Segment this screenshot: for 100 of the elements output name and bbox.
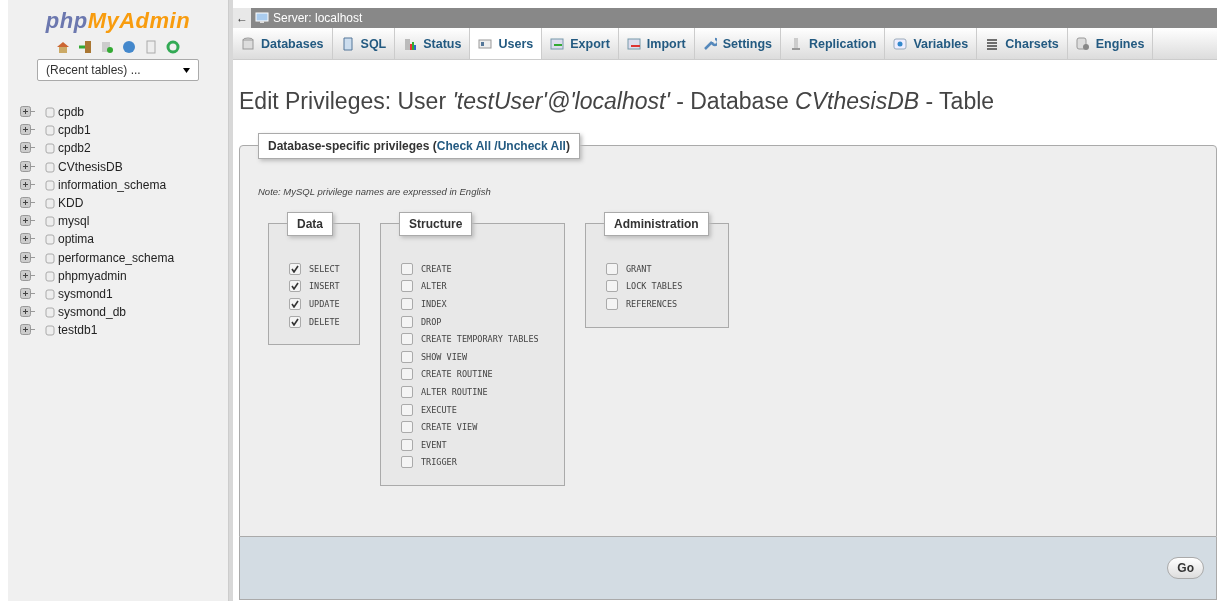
database-icon [45,124,55,137]
privilege-label: INSERT [309,281,340,292]
pillar-icon [789,36,803,51]
tab[interactable]: Export [542,28,619,59]
privilege-label: LOCK TABLES [626,281,683,292]
checkbox[interactable] [401,333,413,346]
privilege-label: ALTER [421,281,447,292]
tab[interactable]: Engines [1067,28,1154,59]
database-link[interactable]: sysmond_db [58,305,127,320]
checkbox[interactable] [401,368,413,381]
database-link[interactable]: KDD [58,196,84,211]
checkbox[interactable] [289,315,301,328]
checkbox[interactable] [401,385,413,398]
privilege-label: CREATE ROUTINE [421,369,493,380]
checkbox[interactable] [401,350,413,363]
database-icon [45,306,55,319]
checkbox[interactable] [606,262,618,275]
checkbox[interactable] [401,456,413,469]
checkbox[interactable] [401,280,413,293]
privilege-label: CREATE VIEW [421,422,478,433]
database-icon [45,106,55,119]
database-arrow-icon [100,40,114,54]
database-icon [45,160,55,173]
database-link[interactable]: sysmond1 [58,286,113,301]
exit-icon [78,40,92,54]
privilege-label: TRIGGER [421,457,457,468]
privilege-label: DELETE [309,316,340,327]
checkbox[interactable] [401,403,413,416]
tab[interactable]: Replication [781,28,886,59]
privilege-label: GRANT [626,263,652,274]
checkbox[interactable] [401,438,413,451]
privilege-label: EXECUTE [421,404,457,415]
back-button[interactable]: ← [233,8,251,28]
note-text: Note: MySQL privilege names are expressed in English [258,186,492,197]
database-link[interactable]: optima [58,232,95,247]
privilege-label: CREATE [421,263,452,274]
privilege-label: EVENT [421,439,447,450]
database-link[interactable]: cpdb1 [58,123,91,138]
checkbox[interactable] [401,315,413,328]
legend-text: Database-specific privileges ( [268,139,437,153]
checkbox[interactable] [289,262,301,275]
database-icon [45,215,55,228]
database-icon [45,251,55,264]
database-link[interactable]: testdb1 [58,323,98,338]
database-icon [241,36,255,51]
group-title: Structure [399,212,473,236]
tab[interactable]: Import [618,28,695,59]
checkbox[interactable] [606,280,618,293]
legend-text: ) [565,139,570,153]
go-button[interactable]: Go [1167,557,1204,579]
tab[interactable]: SQL [332,28,396,59]
variable-icon [893,36,908,51]
database-link[interactable]: information_schema [58,177,167,192]
tab[interactable]: Databases [233,28,333,59]
page-heading: Edit Privileges: User 'testUser'@'localhost' - Database CVthesisDB - Table [239,88,996,115]
database-icon [45,269,55,282]
group-title: Administration [604,212,709,236]
database-icon [45,197,55,210]
database-icon [45,287,55,300]
database-link[interactable]: performance_schema [58,250,175,265]
caret-icon [183,67,190,73]
home-icon [56,40,70,54]
checkbox[interactable] [606,298,618,310]
privilege-label: SELECT [309,263,340,274]
database-icon [45,142,55,155]
checkbox[interactable] [289,298,301,310]
privilege-label: INDEX [421,299,447,309]
checkbox[interactable] [401,298,413,310]
bar-chart-icon [403,36,418,51]
tab[interactable]: Charsets [977,28,1068,59]
privilege-label: UPDATE [309,299,340,309]
lines-icon [985,36,1000,51]
check-all-link[interactable]: Check All /Uncheck All [436,139,566,153]
database-icon [45,324,55,337]
privilege-label: ALTER ROUTINE [421,386,488,397]
checkbox[interactable] [289,280,301,293]
database-link[interactable]: cpdb2 [58,141,91,156]
group-title: Data [287,212,333,236]
tab[interactable]: Users [470,28,543,59]
tab[interactable]: Variables [885,28,978,59]
privilege-label: DROP [421,316,442,327]
document-icon [340,36,355,51]
recent-tables-dropdown[interactable]: (Recent tables) ... [37,59,199,81]
privilege-label: SHOW VIEW [421,351,468,362]
database-link[interactable]: CVthesisDB [58,159,123,174]
id-card-icon [478,36,493,51]
monitor-icon [255,12,269,24]
logo[interactable]: phpMyAdmin [45,8,191,34]
checkbox[interactable] [401,421,413,434]
privilege-label: CREATE TEMPORARY TABLES [421,334,539,345]
tab[interactable]: Settings [694,28,781,59]
database-icon [45,233,55,246]
database-icon [45,178,55,191]
database-link[interactable]: cpdb [58,105,85,120]
document-icon [144,40,158,54]
privilege-label: REFERENCES [626,299,678,309]
database-link[interactable]: mysql [58,214,90,229]
server-link[interactable]: Server: localhost [273,11,363,25]
database-link[interactable]: phpmyadmin [58,268,127,283]
checkbox[interactable] [401,262,413,275]
